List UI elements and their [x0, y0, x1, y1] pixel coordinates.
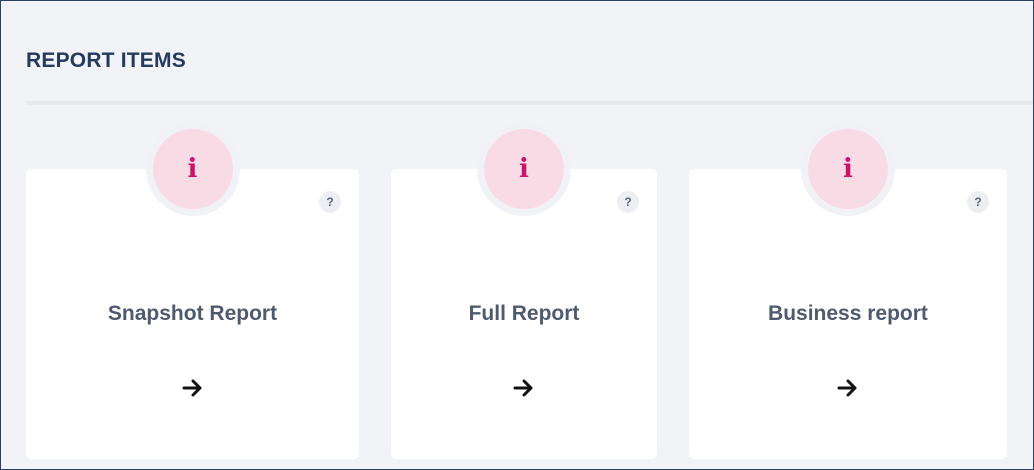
- arrow-right-icon[interactable]: [834, 374, 862, 402]
- info-glyph: i: [519, 154, 529, 184]
- card-title: Business report: [768, 302, 928, 325]
- card-title: Full Report: [468, 302, 580, 325]
- report-items-panel: REPORT ITEMS i ? Snapshot Report i ? Ful…: [0, 0, 1034, 470]
- help-icon[interactable]: ?: [617, 191, 639, 213]
- help-icon[interactable]: ?: [967, 191, 989, 213]
- section-title: REPORT ITEMS: [26, 49, 186, 72]
- arrow-right-icon[interactable]: [179, 374, 207, 402]
- report-card-full[interactable]: i ? Full Report: [391, 129, 657, 459]
- info-glyph: i: [187, 154, 198, 184]
- info-icon: i: [808, 129, 888, 209]
- help-icon[interactable]: ?: [319, 191, 341, 213]
- info-icon: i: [484, 129, 564, 209]
- report-card-snapshot[interactable]: i ? Snapshot Report: [26, 129, 359, 459]
- arrow-right-icon[interactable]: [510, 374, 538, 402]
- info-glyph: i: [843, 154, 853, 184]
- section-divider: [26, 101, 1033, 105]
- card-title: Snapshot Report: [107, 302, 278, 325]
- info-icon: i: [152, 129, 233, 209]
- report-card-business[interactable]: i ? Business report: [689, 129, 1007, 459]
